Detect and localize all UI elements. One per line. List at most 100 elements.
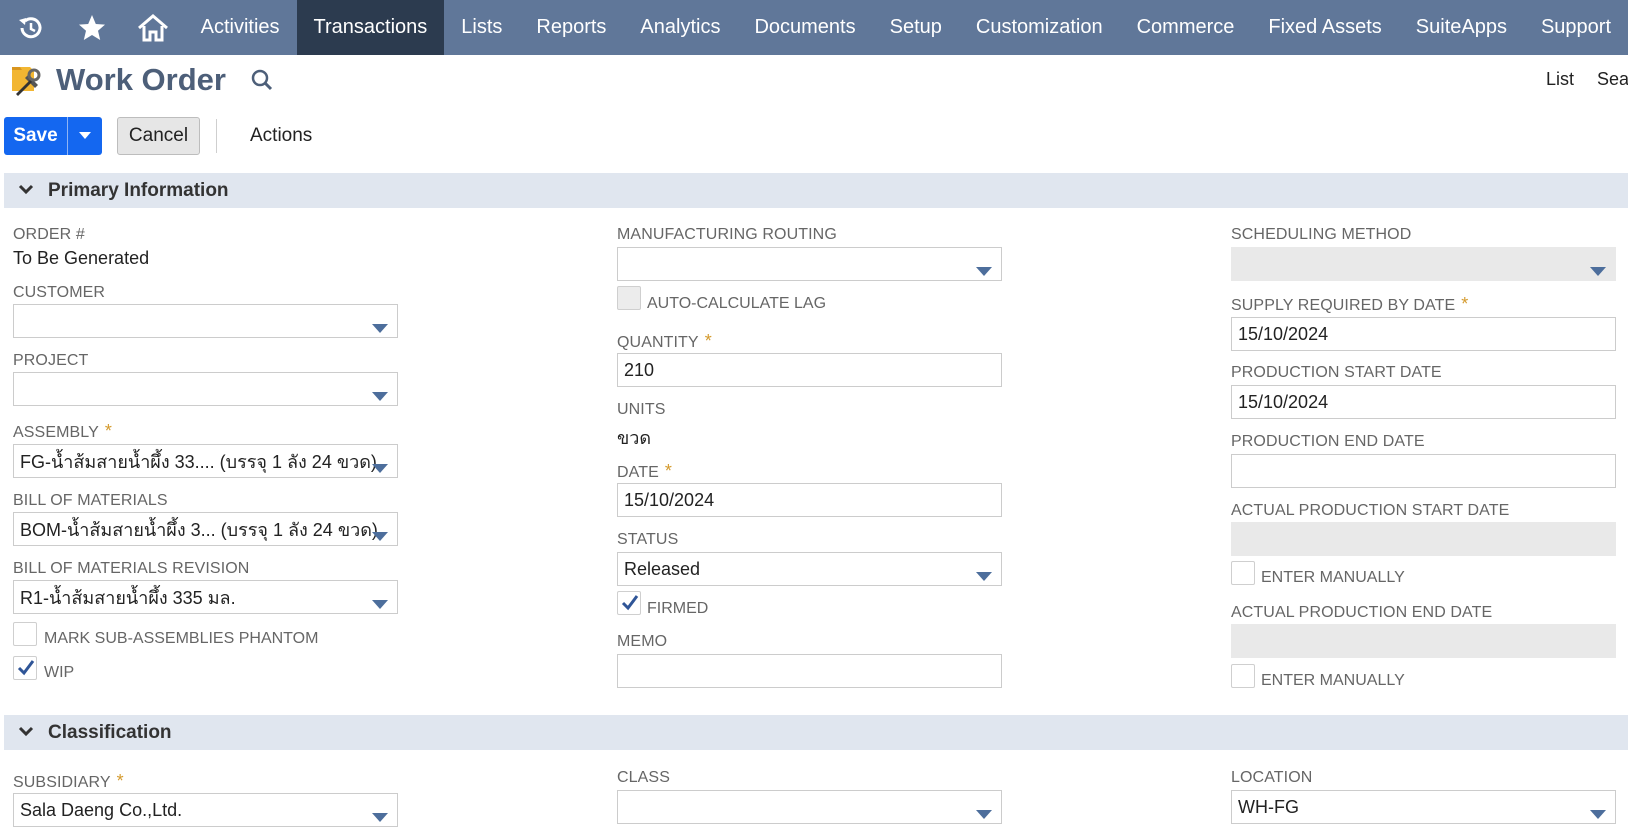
subsidiary-label: SUBSIDIARY * — [13, 771, 124, 792]
classification-header[interactable]: Classification — [4, 715, 1628, 750]
home-icon[interactable] — [122, 0, 183, 55]
bom-select[interactable]: BOM-น้ำส้มสายน้ำผึ้ง 3... (บรรจุ 1 ลัง 2… — [13, 512, 398, 546]
top-navigation: Activities Transactions Lists Reports An… — [0, 0, 1628, 55]
status-select[interactable]: Released — [617, 552, 1002, 586]
customer-select[interactable] — [13, 304, 398, 338]
star-icon[interactable] — [61, 0, 122, 55]
search-link[interactable]: Search — [1597, 69, 1628, 90]
bom-revision-select[interactable]: R1-น้ำส้มสายน้ำผึ้ง 335 มล. — [13, 580, 398, 614]
dropdown-arrow-icon — [372, 525, 388, 545]
list-link[interactable]: List — [1546, 69, 1574, 90]
nav-documents[interactable]: Documents — [737, 0, 872, 55]
production-end-input[interactable] — [1231, 454, 1616, 488]
location-value: WH-FG — [1238, 796, 1299, 817]
memo-label: MEMO — [617, 633, 668, 650]
date-label-text: DATE — [617, 464, 659, 481]
quantity-label-text: QUANTITY — [617, 334, 699, 351]
dropdown-arrow-icon — [976, 565, 992, 585]
date-value: 15/10/2024 — [624, 489, 715, 510]
dropdown-arrow-icon — [372, 593, 388, 613]
production-start-label: PRODUCTION START DATE — [1231, 364, 1442, 381]
required-mark: * — [116, 771, 124, 791]
search-icon[interactable] — [250, 68, 274, 97]
mark-phantom-label: MARK SUB-ASSEMBLIES PHANTOM — [44, 630, 319, 647]
nav-suiteapps[interactable]: SuiteApps — [1399, 0, 1524, 55]
units-label: UNITS — [617, 401, 666, 418]
actual-start-input[interactable] — [1231, 522, 1616, 556]
dropdown-arrow-icon — [976, 260, 992, 280]
primary-information-header[interactable]: Primary Information — [4, 173, 1628, 208]
enter-manually-end-checkbox[interactable] — [1231, 664, 1255, 688]
nav-setup[interactable]: Setup — [873, 0, 959, 55]
scheduling-method-select[interactable] — [1231, 247, 1616, 281]
auto-calculate-lag-checkbox[interactable] — [617, 286, 641, 310]
bom-value: BOM-น้ำส้มสายน้ำผึ้ง 3... (บรรจุ 1 ลัง 2… — [20, 519, 378, 540]
production-start-input[interactable]: 15/10/2024 — [1231, 385, 1616, 419]
save-button-group: Save — [4, 117, 102, 155]
auto-calculate-lag-label: AUTO-CALCULATE LAG — [647, 295, 827, 312]
units-value: ขวด — [617, 428, 652, 448]
dropdown-arrow-icon — [1590, 803, 1606, 823]
supply-required-label: SUPPLY REQUIRED BY DATE * — [1231, 294, 1468, 315]
actual-end-label: ACTUAL PRODUCTION END DATE — [1231, 604, 1493, 621]
page-title: Work Order — [56, 62, 226, 97]
assembly-label-text: ASSEMBLY — [13, 424, 99, 441]
save-dropdown-button[interactable] — [68, 117, 102, 155]
wip-label: WIP — [44, 664, 75, 681]
supply-required-input[interactable]: 15/10/2024 — [1231, 317, 1616, 351]
required-mark: * — [104, 421, 112, 441]
location-select[interactable]: WH-FG — [1231, 790, 1616, 824]
recent-icon[interactable] — [0, 0, 61, 55]
nav-analytics[interactable]: Analytics — [623, 0, 737, 55]
required-mark: * — [664, 461, 672, 481]
nav-customization[interactable]: Customization — [959, 0, 1120, 55]
routing-select[interactable] — [617, 247, 1002, 281]
firmed-checkbox[interactable] — [617, 591, 641, 615]
nav-lists[interactable]: Lists — [444, 0, 519, 55]
dropdown-arrow-icon — [372, 457, 388, 477]
nav-support[interactable]: Support — [1524, 0, 1628, 55]
nav-transactions[interactable]: Transactions — [296, 0, 445, 55]
date-label: DATE * — [617, 461, 672, 482]
project-label: PROJECT — [13, 352, 89, 369]
subsidiary-label-text: SUBSIDIARY — [13, 774, 111, 791]
title-row: Work Order List Search — [0, 55, 1628, 105]
quantity-label: QUANTITY * — [617, 331, 712, 352]
routing-label: MANUFACTURING ROUTING — [617, 226, 837, 243]
enter-manually-start-checkbox[interactable] — [1231, 561, 1255, 585]
assembly-label: ASSEMBLY * — [13, 421, 112, 442]
enter-manually-end-label: ENTER MANUALLY — [1261, 672, 1405, 689]
class-label: CLASS — [617, 769, 670, 786]
assembly-select[interactable]: FG-น้ำส้มสายน้ำผึ้ง 33.... (บรรจุ 1 ลัง … — [13, 444, 398, 478]
status-value: Released — [624, 558, 701, 579]
dropdown-arrow-icon — [976, 803, 992, 823]
save-button[interactable]: Save — [4, 117, 67, 155]
quantity-value: 210 — [624, 359, 655, 380]
required-mark: * — [1461, 294, 1469, 314]
work-order-icon — [8, 61, 46, 104]
bom-label: BILL OF MATERIALS — [13, 492, 168, 509]
bom-revision-label: BILL OF MATERIALS REVISION — [13, 560, 250, 577]
nav-reports[interactable]: Reports — [519, 0, 623, 55]
date-input[interactable]: 15/10/2024 — [617, 483, 1002, 517]
class-select[interactable] — [617, 790, 1002, 824]
bom-revision-value: R1-น้ำส้มสายน้ำผึ้ง 335 มล. — [20, 587, 236, 608]
project-select[interactable] — [13, 372, 398, 406]
wip-checkbox[interactable] — [13, 656, 37, 680]
dropdown-arrow-icon — [372, 806, 388, 826]
actual-end-input[interactable] — [1231, 624, 1616, 658]
nav-fixed-assets[interactable]: Fixed Assets — [1251, 0, 1398, 55]
location-label: LOCATION — [1231, 769, 1313, 786]
actions-button[interactable]: Actions — [250, 117, 312, 155]
nav-commerce[interactable]: Commerce — [1120, 0, 1252, 55]
order-number-value: To Be Generated — [13, 248, 150, 268]
checkmark-icon — [17, 660, 35, 676]
mark-phantom-checkbox[interactable] — [13, 622, 37, 646]
status-label: STATUS — [617, 531, 679, 548]
memo-input[interactable] — [617, 654, 1002, 688]
subsidiary-select[interactable]: Sala Daeng Co.,Ltd. — [13, 793, 398, 827]
section-title: Classification — [48, 721, 172, 743]
cancel-button[interactable]: Cancel — [117, 117, 200, 155]
nav-activities[interactable]: Activities — [184, 0, 297, 55]
quantity-input[interactable]: 210 — [617, 353, 1002, 387]
